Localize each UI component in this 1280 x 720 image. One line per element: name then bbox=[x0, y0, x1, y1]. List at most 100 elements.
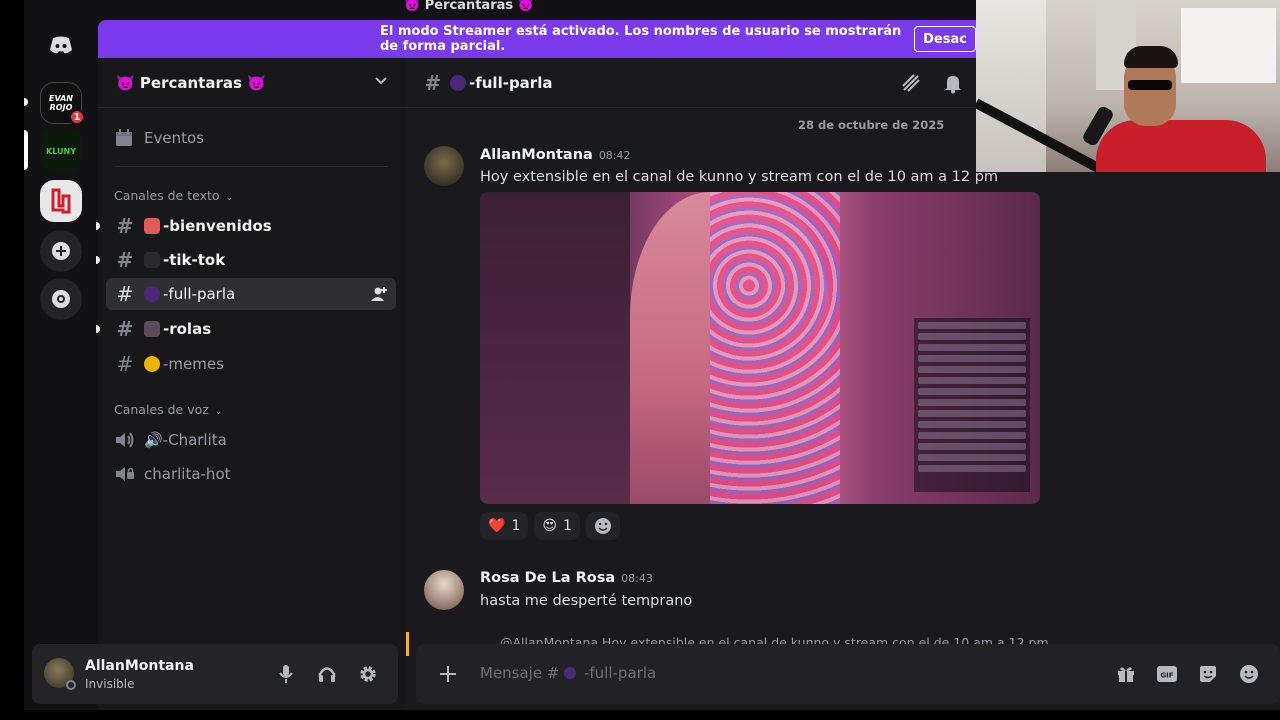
hash-icon: # bbox=[116, 352, 134, 376]
channel-emoji-icon bbox=[144, 286, 160, 302]
chevron-down-icon bbox=[375, 77, 387, 85]
user-settings-button[interactable] bbox=[356, 662, 380, 686]
image-chat-line bbox=[918, 388, 1026, 395]
image-chat-line bbox=[918, 344, 1026, 351]
discord-logo-icon bbox=[50, 36, 72, 54]
status-invisible-icon bbox=[66, 680, 76, 690]
attach-button[interactable] bbox=[434, 660, 462, 688]
hash-icon: # bbox=[116, 214, 134, 238]
sticker-button[interactable] bbox=[1196, 662, 1220, 686]
channel-emoji-icon bbox=[144, 252, 160, 268]
date-divider: 28 de octubre de 2025 bbox=[798, 118, 945, 132]
placeholder-channel: -full-parla bbox=[583, 664, 657, 682]
svg-text:GIF: GIF bbox=[1160, 672, 1173, 680]
reply-preview[interactable]: @AllanMontana Hoy extensible en el canal… bbox=[406, 632, 1280, 644]
mention-badge: 1 bbox=[69, 109, 85, 125]
threads-icon[interactable] bbox=[900, 72, 922, 94]
channel-memes[interactable]: # -memes bbox=[106, 348, 396, 380]
unread-indicator bbox=[96, 325, 100, 333]
gift-button[interactable] bbox=[1114, 662, 1138, 686]
speaker-locked-icon bbox=[116, 467, 134, 481]
events-item[interactable]: Eventos bbox=[106, 122, 396, 154]
image-chat-line bbox=[918, 399, 1026, 406]
compass-icon bbox=[52, 290, 70, 308]
reaction-count: 1 bbox=[511, 518, 521, 534]
channel-bienvenidos[interactable]: # -bienvenidos bbox=[96, 210, 396, 242]
deactivate-button[interactable]: Desac bbox=[914, 26, 976, 52]
webcam-person-hair bbox=[1124, 46, 1178, 68]
channel-label: -rolas bbox=[163, 320, 212, 338]
add-member-icon[interactable] bbox=[370, 285, 388, 303]
image-chat-line bbox=[918, 421, 1026, 428]
image-chat-line bbox=[918, 443, 1026, 450]
image-chat-line bbox=[918, 333, 1026, 340]
plus-icon bbox=[52, 242, 70, 260]
channel-rolas[interactable]: # -rolas bbox=[96, 313, 396, 345]
server-red-logo[interactable] bbox=[40, 180, 82, 222]
channel-label: -tik-tok bbox=[163, 251, 226, 269]
sticker-icon bbox=[1200, 666, 1216, 682]
image-chat-line bbox=[918, 355, 1026, 362]
add-reaction-button[interactable] bbox=[585, 512, 620, 540]
author-name: AllanMontana bbox=[480, 147, 593, 163]
message-timestamp: 08:43 bbox=[621, 572, 653, 585]
window-title: 👿 Percantaras 👿 bbox=[404, 0, 534, 13]
channel-emoji-icon bbox=[144, 321, 160, 337]
server-kluny[interactable]: KLUNY bbox=[40, 130, 82, 172]
text-category-header[interactable]: Canales de texto ⌄ bbox=[114, 188, 233, 203]
channel-label: 🔊-Charlita bbox=[144, 431, 227, 449]
bell-icon[interactable] bbox=[942, 72, 964, 94]
voice-category-label: Canales de voz bbox=[114, 402, 209, 417]
smiley-icon bbox=[1240, 665, 1258, 683]
deafen-button[interactable] bbox=[315, 662, 339, 686]
channel-header: # -full-parla bbox=[406, 58, 976, 108]
mute-button[interactable] bbox=[274, 662, 298, 686]
discord-app: 👿 Percantaras 👿 EVAN ROJO 1 KLUNY El mod… bbox=[0, 0, 1280, 720]
message-author[interactable]: AllanMontana 08:42 bbox=[480, 147, 631, 163]
discord-home-button[interactable] bbox=[40, 24, 82, 66]
webcam-door bbox=[976, 0, 1046, 172]
message-input[interactable]: Mensaje # -full-parla bbox=[480, 664, 656, 682]
voice-channel-charlita-hot[interactable]: charlita-hot bbox=[106, 458, 396, 490]
reaction-heart-eyes[interactable]: 😍 1 bbox=[534, 512, 580, 540]
image-chat-line bbox=[918, 454, 1026, 461]
channel-emoji-icon bbox=[564, 667, 577, 679]
left-edge bbox=[0, 0, 24, 720]
unread-pip bbox=[24, 98, 28, 106]
red-logo-icon bbox=[51, 188, 71, 214]
message-image-attachment[interactable] bbox=[480, 192, 1040, 504]
discover-button[interactable] bbox=[40, 278, 82, 320]
speaker-icon bbox=[116, 432, 134, 448]
avatar[interactable] bbox=[424, 146, 464, 186]
image-chat-line bbox=[918, 377, 1026, 384]
streamer-mode-banner: El modo Streamer está activado. Los nomb… bbox=[98, 20, 976, 58]
reaction-count: 1 bbox=[562, 518, 572, 534]
avatar[interactable] bbox=[424, 570, 464, 610]
gift-icon bbox=[1118, 667, 1134, 682]
server-rail: EVAN ROJO 1 KLUNY bbox=[24, 20, 98, 710]
image-chat-line bbox=[918, 322, 1026, 329]
channel-full-parla[interactable]: # -full-parla bbox=[106, 278, 396, 310]
channel-title: -full-parla bbox=[469, 73, 553, 92]
channel-tik-tok[interactable]: # -tik-tok bbox=[96, 244, 396, 276]
server-evan-rojo[interactable]: EVAN ROJO 1 bbox=[40, 82, 85, 125]
emoji-button[interactable] bbox=[1237, 662, 1261, 686]
hash-icon: # bbox=[116, 248, 134, 272]
voice-channel-charlita[interactable]: 🔊-Charlita bbox=[106, 424, 396, 456]
add-server-button[interactable] bbox=[40, 230, 82, 272]
gif-button[interactable]: GIF bbox=[1155, 662, 1179, 686]
reactions-bar: ❤️ 1 😍 1 bbox=[480, 512, 620, 540]
webcam-overlay bbox=[976, 0, 1280, 172]
channel-label: -full-parla bbox=[163, 285, 236, 303]
plus-icon bbox=[440, 666, 456, 682]
server-name: 👿 Percantaras 👿 bbox=[116, 73, 266, 92]
reaction-heart[interactable]: ❤️ 1 bbox=[480, 512, 529, 540]
voice-category-header[interactable]: Canales de voz ⌄ bbox=[114, 402, 222, 417]
user-panel: AllanMontana Invisible bbox=[32, 644, 398, 704]
heart-emoji-icon: ❤️ bbox=[488, 518, 506, 534]
message-author[interactable]: Rosa De La Rosa 08:43 bbox=[480, 570, 653, 586]
hash-icon: # bbox=[424, 70, 442, 95]
webcam-poster bbox=[1181, 8, 1276, 83]
window-title-bar: 👿 Percantaras 👿 bbox=[24, 0, 976, 20]
server-header[interactable]: 👿 Percantaras 👿 bbox=[98, 58, 406, 108]
